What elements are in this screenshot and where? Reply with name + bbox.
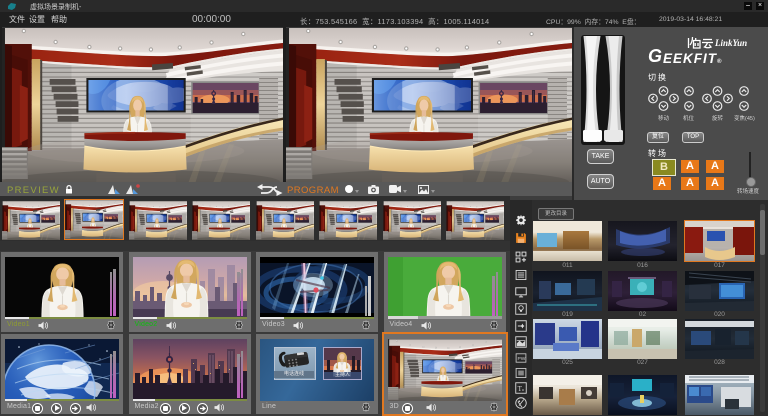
svg-text:Ta: Ta bbox=[518, 385, 524, 393]
svg-text:PW: PW bbox=[518, 356, 526, 362]
